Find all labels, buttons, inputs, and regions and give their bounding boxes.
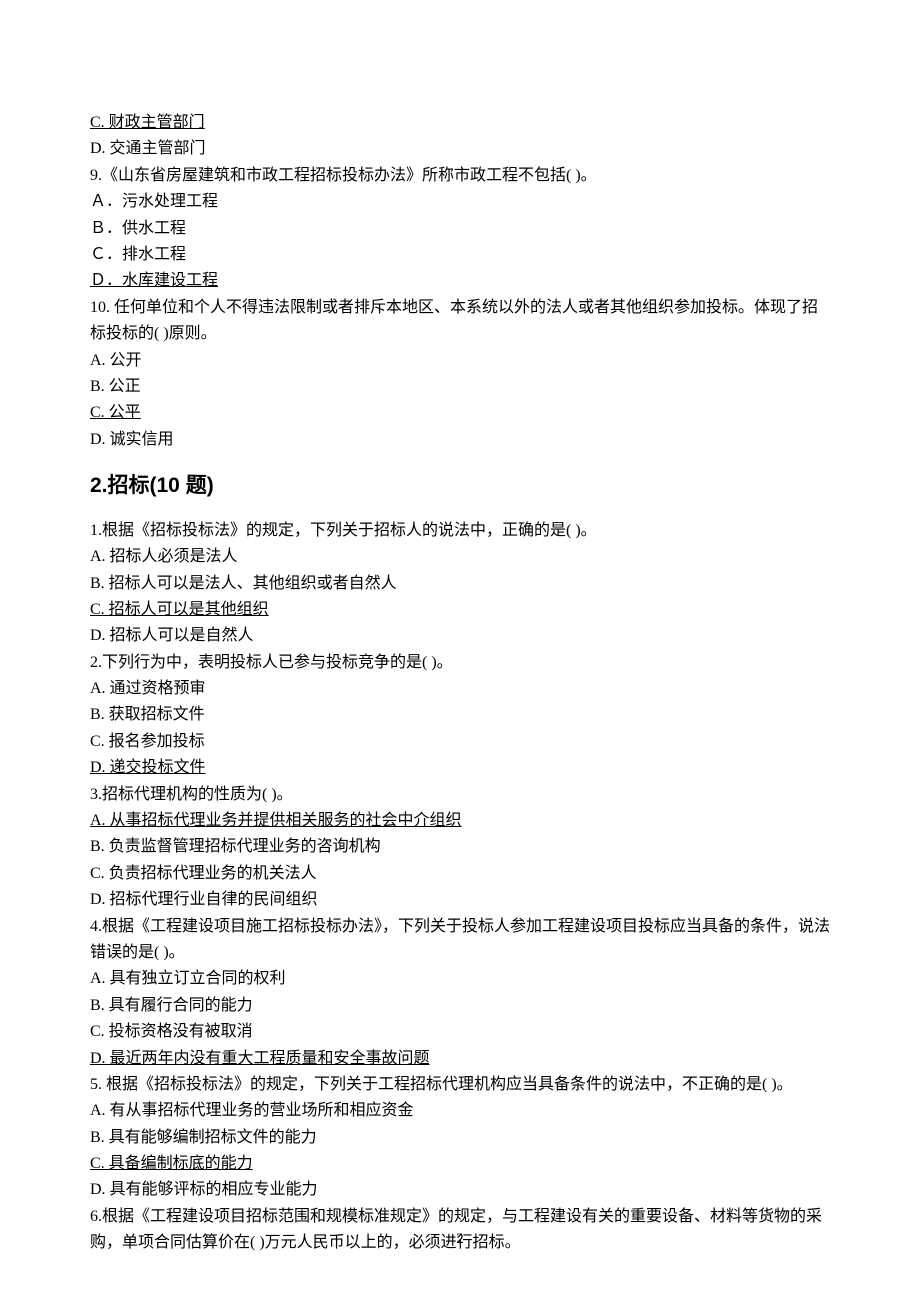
section2.lines-line: A. 招标人必须是法人 <box>90 544 830 570</box>
section2.lines-line: A. 具有独立订立合同的权利 <box>90 966 830 992</box>
lines-line: Ａ．污水处理工程 <box>90 189 830 215</box>
section2.lines-line: D. 具有能够评标的相应专业能力 <box>90 1177 830 1203</box>
lines-line: A. 公开 <box>90 348 830 374</box>
lines-line: Ｃ．排水工程 <box>90 242 830 268</box>
section2.lines-line: D. 最近两年内没有重大工程质量和安全事故问题 <box>90 1046 830 1072</box>
question-block-2: 1.根据《招标投标法》的规定，下列关于招标人的说法中，正确的是( )。A. 招标… <box>90 518 830 1257</box>
section2.lines-line: A. 从事招标代理业务并提供相关服务的社会中介组织 <box>90 808 830 834</box>
section2.lines-line: 1.根据《招标投标法》的规定，下列关于招标人的说法中，正确的是( )。 <box>90 518 830 544</box>
section2.lines-line: D. 招标人可以是自然人 <box>90 623 830 649</box>
section2.lines-line: C. 报名参加投标 <box>90 729 830 755</box>
section2.lines-line: 3.招标代理机构的性质为( )。 <box>90 782 830 808</box>
section2.lines-line: 2.下列行为中，表明投标人已参与投标竞争的是( )。 <box>90 650 830 676</box>
lines-line: C. 公平 <box>90 400 830 426</box>
lines-line: C. 财政主管部门 <box>90 110 830 136</box>
section2.lines-line: 5. 根据《招标投标法》的规定，下列关于工程招标代理机构应当具备条件的说法中，不… <box>90 1072 830 1098</box>
lines-line: D. 交通主管部门 <box>90 136 830 162</box>
section2.lines-line: B. 招标人可以是法人、其他组织或者自然人 <box>90 571 830 597</box>
section2.lines-line: 4.根据《工程建设项目施工招标投标办法》，下列关于投标人参加工程建设项目投标应当… <box>90 914 830 967</box>
section2.lines-line: C. 招标人可以是其他组织 <box>90 597 830 623</box>
section2.lines-line: B. 具有能够编制招标文件的能力 <box>90 1125 830 1151</box>
section2.lines-line: B. 获取招标文件 <box>90 702 830 728</box>
question-block-1: C. 财政主管部门D. 交通主管部门9.《山东省房屋建筑和市政工程招标投标办法》… <box>90 110 830 453</box>
lines-line: D. 诚实信用 <box>90 427 830 453</box>
section2.lines-line: B. 具有履行合同的能力 <box>90 993 830 1019</box>
section2.lines-line: B. 负责监督管理招标代理业务的咨询机构 <box>90 834 830 860</box>
section2.lines-line: C. 投标资格没有被取消 <box>90 1019 830 1045</box>
lines-line: Ｄ．水库建设工程 <box>90 268 830 294</box>
section2.lines-line: D. 招标代理行业自律的民间组织 <box>90 887 830 913</box>
section2.lines-line: A. 有从事招标代理业务的营业场所和相应资金 <box>90 1098 830 1124</box>
page-number: 2 <box>0 1227 920 1252</box>
lines-line: 10. 任何单位和个人不得违法限制或者排斥本地区、本系统以外的法人或者其他组织参… <box>90 295 830 348</box>
section2.lines-line: C. 具备编制标底的能力 <box>90 1151 830 1177</box>
section-2-heading: 2.招标(10 题) <box>90 469 830 504</box>
lines-line: Ｂ．供水工程 <box>90 216 830 242</box>
section2.lines-line: A. 通过资格预审 <box>90 676 830 702</box>
section2.lines-line: C. 负责招标代理业务的机关法人 <box>90 861 830 887</box>
lines-line: B. 公正 <box>90 374 830 400</box>
lines-line: 9.《山东省房屋建筑和市政工程招标投标办法》所称市政工程不包括( )。 <box>90 163 830 189</box>
section2.lines-line: D. 递交投标文件 <box>90 755 830 781</box>
